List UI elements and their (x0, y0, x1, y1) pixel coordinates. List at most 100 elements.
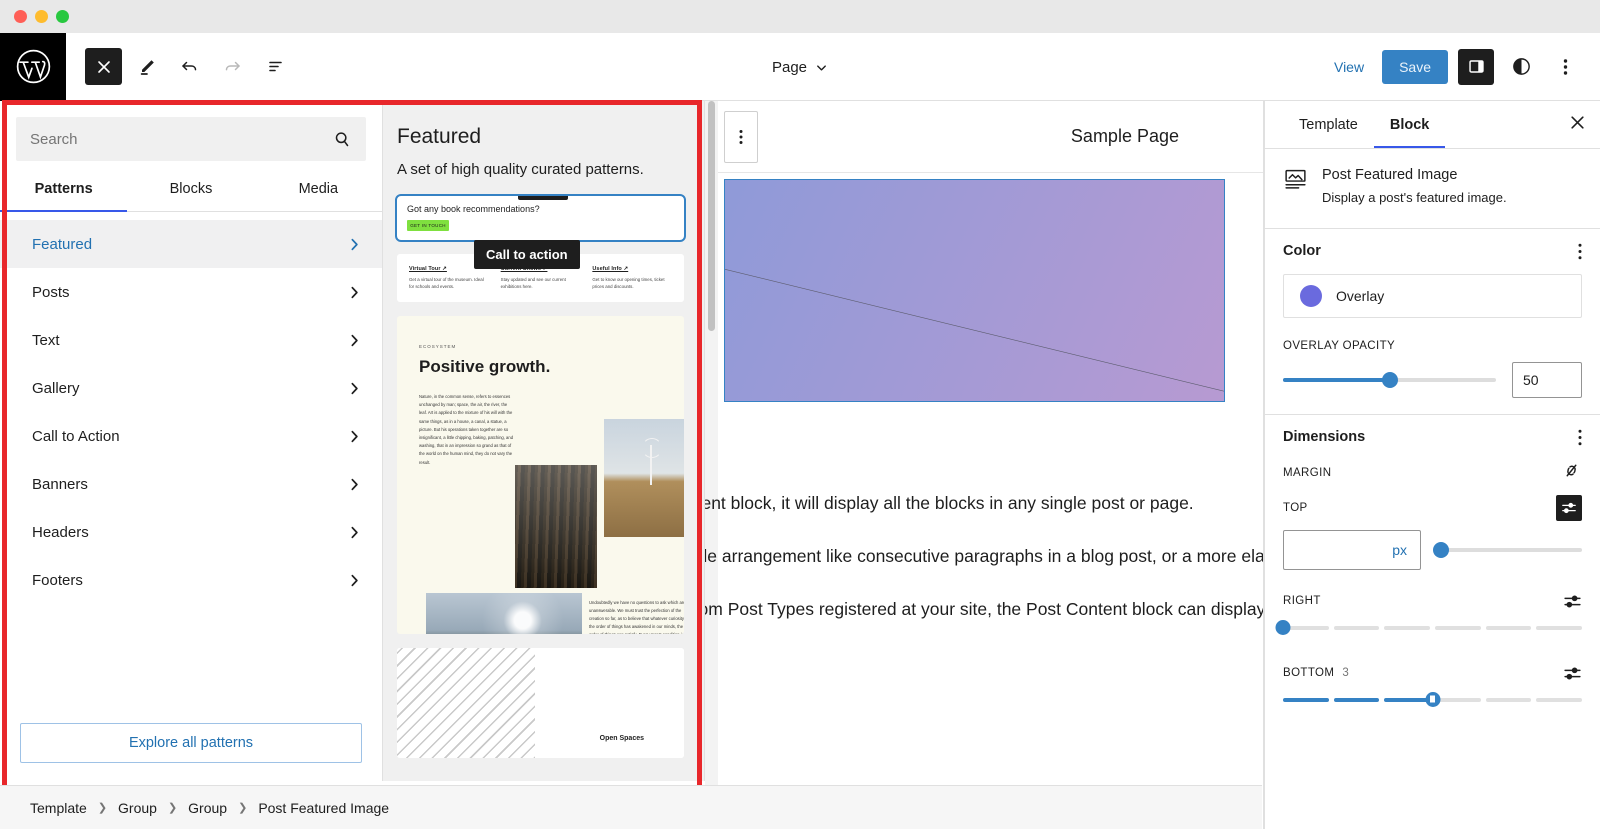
breadcrumb-item-template[interactable]: Template (30, 800, 87, 816)
margin-top-row: TOP (1283, 494, 1582, 521)
category-item-footers[interactable]: Footers (0, 556, 382, 604)
margin-bottom-slider[interactable] (1283, 691, 1583, 708)
pattern-category-list: Featured Posts Text Gallery Call to Acti… (0, 212, 382, 709)
color-panel-title: Color (1283, 243, 1321, 260)
tab-blocks[interactable]: Blocks (127, 167, 254, 212)
pattern-category-subtitle: A set of high quality curated patterns. (397, 161, 644, 178)
category-label: Gallery (32, 379, 80, 397)
edit-tool-button[interactable] (128, 48, 165, 85)
save-button[interactable]: Save (1382, 49, 1448, 84)
breadcrumb-item-group-2[interactable]: Group (188, 800, 227, 816)
overlay-color-row[interactable]: Overlay (1283, 273, 1582, 318)
margin-right-settings-button[interactable] (1563, 592, 1582, 611)
slider-segment[interactable] (1384, 625, 1431, 630)
slider-segment[interactable] (1536, 625, 1583, 630)
tab-patterns[interactable]: Patterns (0, 167, 128, 212)
sliders-icon (1564, 595, 1581, 608)
tab-media[interactable]: Media (255, 167, 382, 212)
window-close-button[interactable] (14, 10, 27, 23)
undo-button[interactable] (171, 48, 208, 85)
category-item-gallery[interactable]: Gallery (0, 364, 382, 412)
tab-template[interactable]: Template (1283, 103, 1374, 148)
museum-column: Virtual Tour ↗ Get a virtual tour of the… (409, 266, 489, 291)
settings-sidebar-toggle[interactable] (1458, 48, 1494, 85)
slider-segment[interactable] (1333, 625, 1380, 630)
margin-bottom-label-text: BOTTOM (1283, 667, 1335, 680)
overlay-opacity-slider[interactable] (1283, 371, 1496, 388)
pattern-card-book-recommendations[interactable]: Got any book recommendations? GET IN TOU… (395, 194, 686, 242)
slider-knob[interactable] (1381, 371, 1398, 388)
unlink-sides-icon[interactable] (1561, 460, 1582, 486)
slider-segment[interactable] (1333, 697, 1380, 702)
coastline-image (426, 593, 582, 634)
slider-segment[interactable] (1485, 625, 1532, 630)
header-left-tools (66, 48, 294, 85)
pattern-book-tag: GET IN TOUCH (407, 220, 449, 231)
margin-top-input[interactable]: px (1283, 529, 1421, 570)
canvas-paragraph[interactable]: This is the Post Content block, it will … (705, 490, 1225, 517)
breadcrumb-item-group-1[interactable]: Group (118, 800, 157, 816)
redo-button[interactable] (214, 48, 251, 85)
block-card-text: Post Featured Image Display a post's fea… (1322, 167, 1507, 208)
slider-segment[interactable] (1485, 697, 1532, 702)
dimensions-panel-options-button[interactable] (1578, 429, 1582, 446)
tab-block[interactable]: Block (1373, 103, 1446, 148)
slider-knob[interactable] (1425, 691, 1440, 707)
margin-bottom-settings-button[interactable] (1563, 664, 1582, 683)
post-featured-image-block[interactable] (724, 179, 1225, 402)
explore-all-patterns-button[interactable]: Explore all patterns (20, 723, 362, 763)
document-title-label: Page (771, 58, 808, 76)
search-icon[interactable] (333, 130, 352, 149)
canvas-scrollbar[interactable] (705, 101, 718, 829)
margin-top-unit: px (1392, 541, 1407, 558)
canvas-scrollbar-thumb[interactable] (708, 101, 715, 331)
window-minimize-button[interactable] (35, 10, 48, 23)
list-view-button[interactable] (257, 48, 294, 85)
category-item-banners[interactable]: Banners (0, 460, 382, 508)
slider-segment[interactable] (1435, 697, 1481, 702)
window-zoom-button[interactable] (56, 10, 69, 23)
category-label: Call to Action (32, 427, 120, 445)
wordpress-logo[interactable] (0, 32, 66, 101)
slider-knob[interactable] (1275, 619, 1291, 635)
block-options-button[interactable] (724, 110, 758, 163)
search-input[interactable] (30, 130, 333, 148)
category-label: Featured (32, 235, 93, 253)
category-label: Banners (32, 475, 88, 493)
color-panel-options-button[interactable] (1578, 243, 1582, 260)
canvas-paragraph[interactable]: If there are any Custom Post Types regis… (705, 596, 1263, 623)
chevron-right-icon (347, 573, 362, 588)
category-item-featured[interactable]: Featured (0, 220, 382, 268)
pattern-preview-column: Featured A set of high quality curated p… (383, 101, 704, 781)
overlay-opacity-input[interactable] (1512, 361, 1582, 398)
pattern-card-positive-growth[interactable]: ECOSYSTEM Positive growth. Nature, in th… (397, 316, 684, 634)
slider-segment[interactable] (1384, 697, 1431, 702)
margin-top-settings-button[interactable] (1556, 494, 1582, 521)
slider-segment[interactable] (1435, 625, 1481, 630)
open-spaces-swirl-image (397, 648, 535, 758)
slider-segment[interactable] (1536, 697, 1583, 702)
view-button[interactable]: View (1326, 53, 1372, 81)
canvas-page-title[interactable]: Sample Page (1071, 126, 1179, 147)
breadcrumb-item-current[interactable]: Post Featured Image (258, 800, 389, 816)
overlay-opacity-label: OVERLAY OPACITY (1283, 339, 1396, 352)
pattern-card-open-spaces[interactable]: Open Spaces (397, 648, 684, 758)
margin-right-slider[interactable] (1275, 619, 1583, 636)
document-title-dropdown[interactable]: Page (762, 53, 838, 82)
category-item-call-to-action[interactable]: Call to Action (0, 412, 382, 460)
more-options-button[interactable] (1548, 50, 1582, 84)
search-box[interactable] (16, 117, 366, 161)
slider-knob[interactable] (1433, 541, 1450, 558)
slider-segment[interactable] (1283, 697, 1329, 702)
canvas-paragraph[interactable]: That might be a simple arrangement like … (705, 543, 1263, 570)
styles-button[interactable] (1504, 50, 1538, 84)
category-item-text[interactable]: Text (0, 316, 382, 364)
category-item-headers[interactable]: Headers (0, 508, 382, 556)
wind-turbine-image (604, 419, 684, 537)
margin-top-slider[interactable] (1433, 541, 1582, 558)
category-item-posts[interactable]: Posts (0, 268, 382, 316)
overlay-color-swatch[interactable] (1300, 284, 1322, 307)
close-inserter-button[interactable] (85, 48, 122, 85)
close-inspector-button[interactable] (1559, 108, 1596, 142)
breadcrumb: Template ❯ Group ❯ Group ❯ Post Featured… (0, 785, 1262, 829)
